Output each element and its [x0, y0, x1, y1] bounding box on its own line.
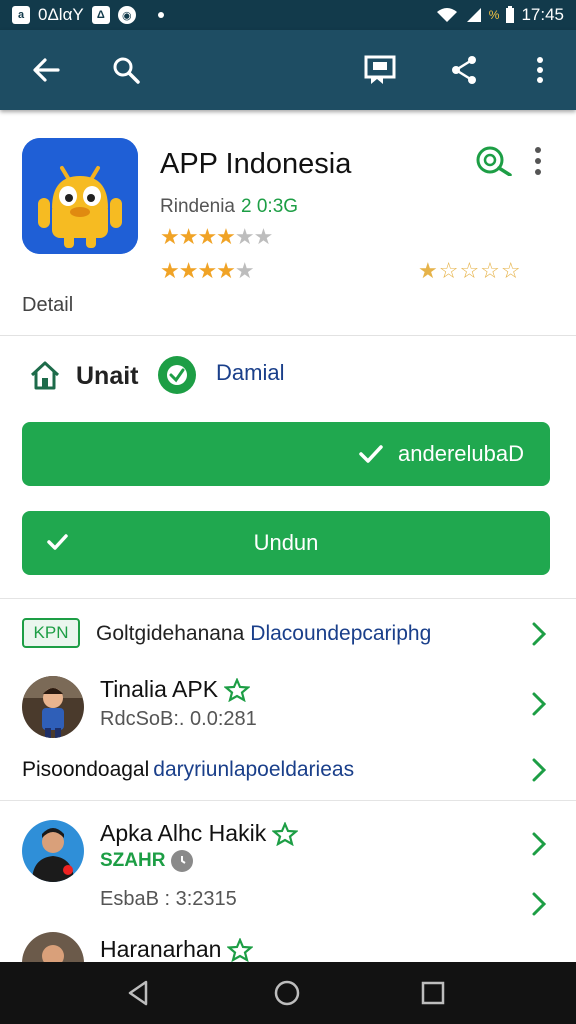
battery-icon [506, 6, 515, 23]
back-button[interactable] [26, 50, 66, 90]
kpn-link[interactable]: Dlacoundepcariphg [250, 622, 431, 645]
nav-recents-icon[interactable] [418, 978, 448, 1008]
star-badge-icon [227, 937, 254, 962]
star-badge-icon [224, 677, 251, 702]
list-item-subtitle: RdcSoB:. 0.0:281 [100, 708, 257, 730]
app-header-card: APP Indonesia Rindenia 2 0:3G ★★★★★★ ★★★★… [0, 114, 576, 336]
list-item-subtitle: EsbaB : 3:2315 [100, 888, 237, 910]
menu-dot [535, 169, 541, 175]
status-time: 17:45 [521, 5, 564, 24]
pisoon-row[interactable]: Pisoondoagal daryriunlapoeldarieas [22, 758, 354, 782]
search-app-button[interactable] [474, 144, 514, 177]
share-icon [452, 56, 476, 84]
sync-icon: ◉ [117, 6, 136, 24]
more-vert-icon [537, 57, 543, 83]
back-arrow-icon [33, 58, 60, 82]
app-icon[interactable] [22, 138, 138, 254]
avatar[interactable] [22, 676, 84, 738]
divider [0, 598, 576, 599]
check-icon [47, 534, 68, 550]
battery-percent: % [488, 8, 500, 22]
notification-icon: a [12, 6, 30, 24]
chevron-right-icon[interactable] [528, 690, 550, 718]
detail-label[interactable]: Detail [22, 294, 73, 317]
status-bar: a 0ΔlαY Δ ◉ % 17:45 [0, 0, 576, 30]
list-item-title-text: Tinalia APK [100, 676, 219, 702]
list-item-title-text: Haranarhan [100, 936, 222, 962]
status-left-text: 0ΔlαY [38, 5, 84, 24]
chevron-right-icon [532, 622, 547, 646]
android-mascot-icon [22, 138, 138, 254]
download-button[interactable]: Undun [22, 511, 550, 575]
app-toolbar [0, 30, 576, 110]
status-right: % 17:45 [435, 5, 564, 25]
wifi-icon [436, 8, 457, 22]
status-left: a 0ΔlαY Δ ◉ [12, 5, 164, 25]
list-item-title[interactable]: Haranarhan [100, 936, 254, 963]
notification-dot-icon [157, 12, 164, 18]
check-mark-icon [167, 365, 187, 385]
menu-dot [535, 147, 541, 153]
primary-action-button[interactable]: anderelubaD [22, 422, 550, 486]
clock-icon [171, 850, 194, 872]
rating-stars-outline: ★☆☆☆☆ [418, 258, 522, 283]
list-item-tag: SZAHR [100, 850, 194, 872]
search-circle-icon [476, 146, 512, 177]
chevron-right-icon[interactable] [528, 830, 550, 858]
chevron-right-icon[interactable] [528, 756, 550, 784]
person-photo-icon [22, 820, 84, 882]
status-left-label: Unait [76, 362, 139, 390]
rating-stars-secondary: ★★★★★ [160, 258, 255, 283]
status-right-link[interactable]: Damial [216, 360, 284, 386]
kpn-text: Goltgidehanana Dlacoundepcariphg [96, 622, 431, 646]
signal-icon [466, 8, 481, 22]
search-button[interactable] [106, 50, 146, 90]
download-label: Undun [253, 530, 319, 555]
app-notification-icon: Δ [91, 6, 110, 24]
rating-stars-primary: ★★★★★★ [160, 224, 273, 249]
app-title: APP Indonesia [160, 148, 352, 180]
share-button[interactable] [444, 50, 484, 90]
app-version: 2 0:3G [241, 196, 299, 217]
list-item-tag-text: SZAHR [100, 850, 166, 871]
list-item-title[interactable]: Tinalia APK [100, 676, 251, 703]
list-item-title-text: Apka Alhc Hakik [100, 820, 267, 846]
chevron-right-icon[interactable] [528, 890, 550, 918]
divider [0, 800, 576, 801]
pisoon-label: Pisoondoagal [22, 758, 150, 781]
overflow-menu-button[interactable] [520, 50, 560, 90]
system-nav-bar [0, 962, 576, 1024]
pisoon-link[interactable]: daryriunlapoeldarieas [153, 758, 354, 781]
star-badge-icon [272, 821, 299, 846]
menu-dot [535, 158, 541, 164]
child-photo-icon [22, 676, 84, 738]
kpn-label: Goltgidehanana [96, 622, 245, 645]
kpn-badge: KPN [22, 618, 80, 648]
check-icon [359, 445, 383, 463]
bookmark-button[interactable] [360, 50, 400, 90]
nav-back-icon[interactable] [124, 978, 154, 1008]
search-icon [113, 57, 140, 84]
list-item-title[interactable]: Apka Alhc Hakik [100, 820, 299, 847]
nav-home-icon[interactable] [272, 978, 302, 1008]
developer-line: Rindenia 2 0:3G [160, 196, 298, 218]
kpn-row[interactable]: KPN Goltgidehanana Dlacoundepcariphg [0, 612, 576, 656]
card-menu-button[interactable] [532, 144, 544, 178]
verified-check-icon [158, 356, 196, 394]
bookmark-icon [364, 55, 396, 84]
avatar[interactable] [22, 820, 84, 882]
install-status-row: Unait Damial [0, 352, 576, 400]
developer-name[interactable]: Rindenia [160, 196, 235, 217]
primary-action-label: anderelubaD [398, 441, 524, 466]
home-icon [30, 361, 60, 390]
